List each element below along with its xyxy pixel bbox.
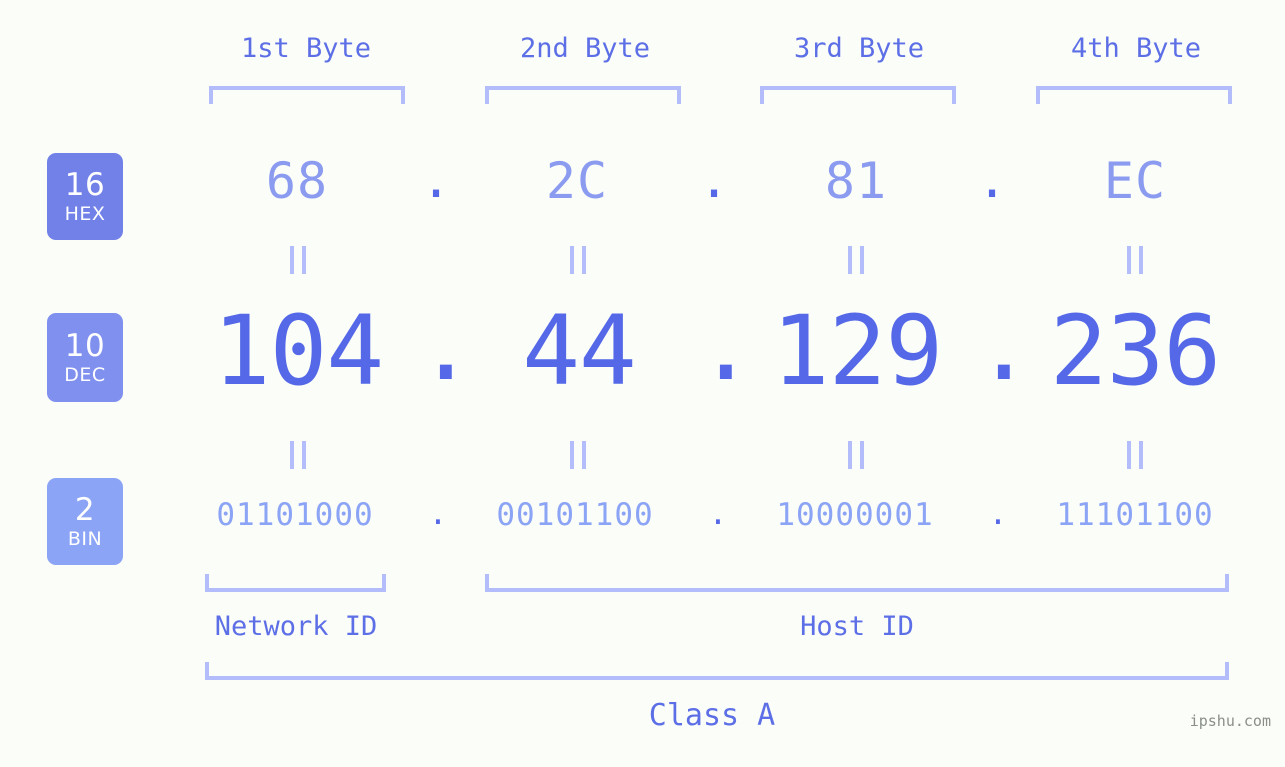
- byte-bracket-4: [1036, 86, 1232, 104]
- byte-header-3: 3rd Byte: [793, 33, 925, 64]
- base-name-bin: BIN: [67, 527, 103, 550]
- equals-icon-5: [290, 441, 306, 469]
- hex-byte-4: EC: [1103, 152, 1167, 210]
- equals-icon-1: [290, 246, 306, 274]
- byte-header-1: 1st Byte: [240, 33, 372, 64]
- byte-bracket-1: [209, 86, 405, 104]
- hex-byte-1: 68: [265, 152, 329, 210]
- ip-address-diagram: 1st Byte 2nd Byte 3rd Byte 4th Byte 16 H…: [0, 0, 1285, 767]
- site-watermark: ipshu.com: [1189, 712, 1271, 730]
- hex-byte-3: 81: [824, 152, 888, 210]
- network-id-label: Network ID: [214, 611, 378, 642]
- dec-byte-3: 129: [771, 295, 943, 407]
- dec-separator-3: .: [975, 290, 1033, 402]
- bin-separator-2: .: [708, 496, 728, 532]
- bin-byte-3: 10000001: [776, 497, 934, 533]
- equals-icon-8: [1127, 441, 1143, 469]
- equals-icon-3: [848, 246, 864, 274]
- bin-byte-1: 01101000: [216, 497, 374, 533]
- base-badge-hex: 16 HEX: [47, 153, 123, 240]
- base-radix-dec: 10: [64, 327, 106, 364]
- dec-byte-1: 104: [212, 295, 384, 407]
- dec-byte-4: 236: [1049, 295, 1221, 407]
- host-id-bracket: [485, 574, 1229, 592]
- equals-icon-4: [1127, 246, 1143, 274]
- equals-icon-2: [570, 246, 586, 274]
- dec-separator-1: .: [417, 290, 475, 402]
- byte-bracket-3: [760, 86, 956, 104]
- ip-class-label: Class A: [648, 698, 776, 733]
- equals-icon-7: [848, 441, 864, 469]
- base-name-dec: DEC: [64, 363, 106, 386]
- hex-separator-1: .: [421, 151, 452, 209]
- dec-byte-2: 44: [522, 295, 637, 407]
- hex-separator-3: .: [977, 151, 1008, 209]
- base-radix-hex: 16: [64, 166, 106, 203]
- hex-separator-2: .: [699, 151, 730, 209]
- class-bracket: [205, 662, 1229, 680]
- byte-bracket-2: [485, 86, 681, 104]
- hex-byte-2: 2C: [545, 152, 609, 210]
- byte-header-4: 4th Byte: [1070, 33, 1202, 64]
- bin-byte-2: 00101100: [496, 497, 654, 533]
- bin-separator-1: .: [428, 496, 448, 532]
- network-id-bracket: [205, 574, 386, 592]
- host-id-label: Host ID: [800, 611, 914, 642]
- equals-icon-6: [570, 441, 586, 469]
- bin-separator-3: .: [988, 496, 1008, 532]
- base-badge-dec: 10 DEC: [47, 313, 123, 402]
- byte-header-2: 2nd Byte: [519, 33, 651, 64]
- bin-byte-4: 11101100: [1056, 497, 1214, 533]
- base-name-hex: HEX: [64, 202, 106, 225]
- base-badge-bin: 2 BIN: [47, 478, 123, 565]
- dec-separator-2: .: [697, 290, 755, 402]
- base-radix-bin: 2: [74, 491, 96, 528]
